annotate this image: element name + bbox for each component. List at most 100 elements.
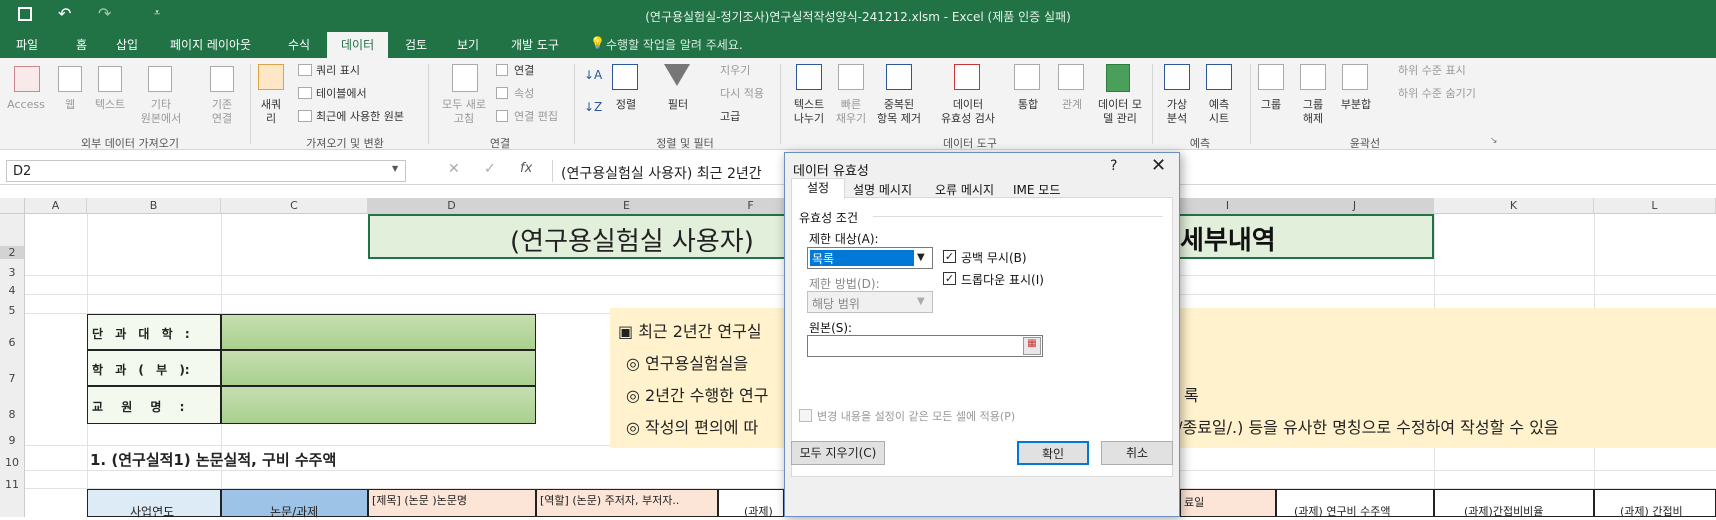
new-query-line1[interactable]: 새쿼 xyxy=(254,98,288,112)
range-picker-icon[interactable]: ▦ xyxy=(1023,337,1041,355)
consolidate-button[interactable]: 통합 xyxy=(1010,98,1046,112)
remove-duplicates-line2[interactable]: 항목 제거 xyxy=(870,112,928,126)
dialog-launcher-icon[interactable]: ↘ xyxy=(1490,136,1498,146)
tab-view[interactable]: 보기 xyxy=(457,36,479,53)
name-box[interactable]: D2 xyxy=(6,160,406,182)
forecast-sheet-line1[interactable]: 예측 xyxy=(1200,98,1238,112)
what-if-line2[interactable]: 분석 xyxy=(1158,112,1196,126)
data-model-line1[interactable]: 데이터 모 xyxy=(1092,98,1148,112)
data-validation-line1[interactable]: 데이터 xyxy=(930,98,1006,112)
row-header-7[interactable]: 7 xyxy=(0,372,24,385)
new-query-line2[interactable]: 리 xyxy=(254,112,288,126)
tab-error-alert[interactable]: 오류 메시지 xyxy=(935,181,994,198)
row-header-11[interactable]: 11 xyxy=(0,478,24,491)
tell-me-input[interactable]: 수행할 작업을 알려 주세요. xyxy=(606,36,743,53)
ungroup-line2[interactable]: 해제 xyxy=(1294,112,1332,126)
refresh-all-line2[interactable]: 고침 xyxy=(434,112,494,126)
tab-ime-mode[interactable]: IME 모드 xyxy=(1013,181,1060,198)
column-header-j[interactable]: J xyxy=(1276,198,1434,214)
show-detail-button[interactable]: 하위 수준 표시 xyxy=(1398,64,1466,78)
sort-button[interactable]: 정렬 xyxy=(606,98,646,112)
name-input[interactable] xyxy=(221,386,536,424)
subtotal-button[interactable]: 부분합 xyxy=(1334,98,1378,112)
text-button[interactable]: 텍스트 xyxy=(88,98,132,112)
column-header-k[interactable]: K xyxy=(1434,198,1594,214)
connections-button[interactable]: 연결 xyxy=(514,64,534,78)
from-table-button[interactable]: 테이블에서 xyxy=(316,87,367,101)
sort-az-icon[interactable]: ↓A xyxy=(584,68,602,82)
filter-button[interactable]: 필터 xyxy=(658,98,698,112)
flash-fill-line1[interactable]: 빠른 xyxy=(832,98,870,112)
group-button[interactable]: 그룹 xyxy=(1252,98,1290,112)
source-input[interactable] xyxy=(807,335,1043,357)
other-sources-line1[interactable]: 기타 xyxy=(136,98,186,112)
row-header-9[interactable]: 9 xyxy=(0,434,24,447)
tab-formulas[interactable]: 수식 xyxy=(288,36,310,53)
data-validation-line2[interactable]: 유효성 검사 xyxy=(930,112,1006,126)
row-header-6[interactable]: 6 xyxy=(0,336,24,349)
tab-developer[interactable]: 개발 도구 xyxy=(511,36,559,53)
hide-detail-button[interactable]: 하위 수준 숨기기 xyxy=(1398,87,1476,101)
text-to-columns-line1[interactable]: 텍스트 xyxy=(786,98,832,112)
tab-settings[interactable]: 설정 xyxy=(791,178,845,199)
tab-data[interactable]: 데이터 xyxy=(327,32,389,58)
column-header-f[interactable]: F xyxy=(718,198,784,214)
row-header-5[interactable]: 5 xyxy=(0,304,24,317)
dept-input[interactable] xyxy=(221,350,536,386)
row-header-8[interactable]: 8 xyxy=(0,408,24,421)
column-header-l[interactable]: L xyxy=(1594,198,1716,214)
dropdown-checkbox[interactable]: ✓ xyxy=(943,272,956,285)
remove-duplicates-line1[interactable]: 중복된 xyxy=(870,98,928,112)
function-icon[interactable]: fx xyxy=(520,161,532,176)
chevron-down-icon[interactable]: ▼ xyxy=(917,296,925,307)
row-header-4[interactable]: 4 xyxy=(0,284,24,297)
ungroup-line1[interactable]: 그룹 xyxy=(1294,98,1332,112)
tab-home[interactable]: 홈 xyxy=(76,36,87,53)
flash-fill-line2[interactable]: 채우기 xyxy=(832,112,870,126)
tab-file[interactable]: 파일 xyxy=(16,36,38,53)
advanced-filter-button[interactable]: 고급 xyxy=(720,110,740,124)
ok-button[interactable]: 확인 xyxy=(1017,441,1089,465)
sort-za-icon[interactable]: ↓Z xyxy=(584,100,602,114)
apply-all-checkbox[interactable] xyxy=(799,409,812,422)
row-header-2[interactable]: 2 xyxy=(0,246,24,259)
close-icon[interactable]: ✕ xyxy=(1151,155,1166,176)
data-select[interactable]: 해당 범위 xyxy=(807,291,933,313)
tab-input-message[interactable]: 설명 메시지 xyxy=(853,181,912,198)
reapply-button[interactable]: 다시 적용 xyxy=(720,87,764,101)
select-all-corner[interactable] xyxy=(0,198,25,214)
ignore-blank-checkbox[interactable]: ✓ xyxy=(943,250,956,263)
column-header-b[interactable]: B xyxy=(87,198,221,214)
chevron-down-icon[interactable]: ▼ xyxy=(917,252,925,263)
tab-page-layout[interactable]: 페이지 레이아웃 xyxy=(170,36,251,53)
cancel-button[interactable]: 취소 xyxy=(1101,441,1173,465)
existing-connections-line2[interactable]: 연결 xyxy=(202,112,242,126)
data-model-line2[interactable]: 델 관리 xyxy=(1092,112,1148,126)
column-header-a[interactable]: A xyxy=(25,198,87,214)
forecast-sheet-line2[interactable]: 시트 xyxy=(1200,112,1238,126)
refresh-all-line1[interactable]: 모두 새로 xyxy=(434,98,494,112)
row-header-3[interactable]: 3 xyxy=(0,266,24,279)
clear-all-button[interactable]: 모두 지우기(C) xyxy=(791,441,885,465)
clear-filter-button[interactable]: 지우기 xyxy=(720,64,750,78)
column-header-d[interactable]: D xyxy=(368,198,536,214)
college-input[interactable] xyxy=(221,314,536,350)
cancel-icon[interactable]: ✕ xyxy=(448,161,460,177)
recent-sources-button[interactable]: 최근에 사용한 원본 xyxy=(316,110,404,124)
column-header-c[interactable]: C xyxy=(221,198,368,214)
other-sources-line2[interactable]: 원본에서 xyxy=(134,112,188,126)
name-box-dropdown-icon[interactable]: ▼ xyxy=(392,164,398,173)
tab-insert[interactable]: 삽입 xyxy=(116,36,138,53)
show-queries-button[interactable]: 쿼리 표시 xyxy=(316,64,360,78)
help-button[interactable]: ? xyxy=(1110,158,1117,174)
properties-button[interactable]: 속성 xyxy=(514,87,534,101)
relationships-button[interactable]: 관계 xyxy=(1052,98,1092,112)
enter-icon[interactable]: ✓ xyxy=(484,161,496,177)
column-header-i[interactable]: I xyxy=(1180,198,1276,214)
existing-connections-line1[interactable]: 기존 xyxy=(202,98,242,112)
edit-links-button[interactable]: 연결 편집 xyxy=(514,110,558,124)
access-button[interactable]: Access xyxy=(4,98,48,112)
what-if-line1[interactable]: 가상 xyxy=(1158,98,1196,112)
row-header-10[interactable]: 10 xyxy=(0,456,24,469)
web-button[interactable]: 웹 xyxy=(56,98,84,112)
